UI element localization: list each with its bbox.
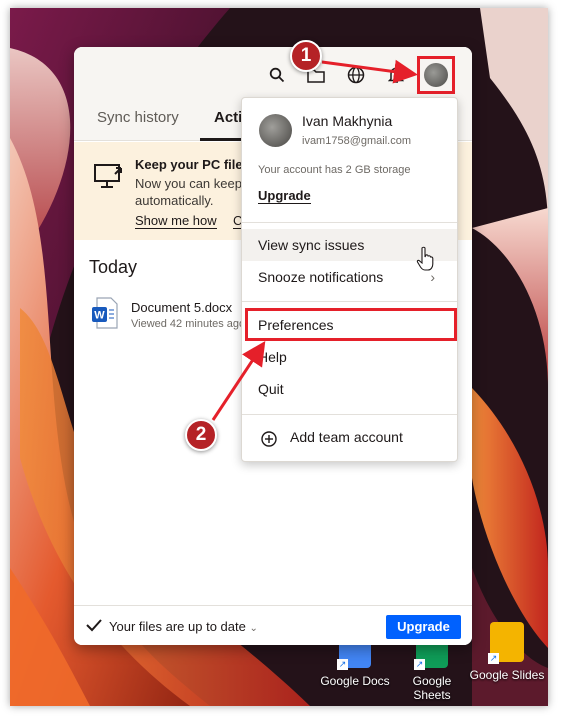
annotation-arrows bbox=[211, 59, 418, 421]
arrow-to-preferences bbox=[211, 340, 266, 421]
step-badge-1: 1 bbox=[290, 40, 322, 72]
arrow-to-avatar bbox=[321, 59, 418, 84]
step-badge-2: 2 bbox=[185, 419, 217, 451]
